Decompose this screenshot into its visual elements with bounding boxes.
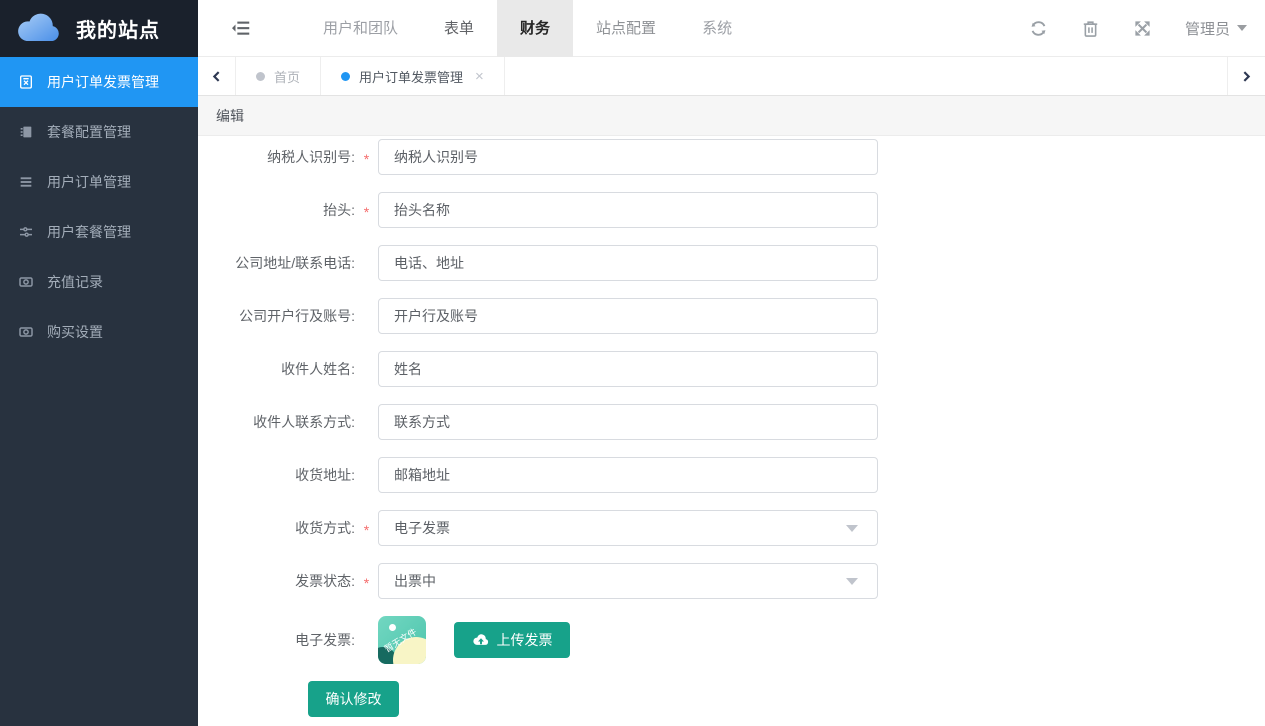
page-title: 编辑 <box>216 106 244 126</box>
tabs-scroll-left-button[interactable] <box>198 57 236 95</box>
form-row-delivery-address: 收货地址: <box>198 457 1265 493</box>
delivery-address-label: 收货地址: <box>198 465 355 485</box>
top-header: 用户和团队 表单 财务 站点配置 系统 管理员 <box>198 0 1265 57</box>
header-actions: 管理员 <box>1029 18 1265 39</box>
cloud-logo-icon <box>16 12 64 46</box>
caret-down-icon <box>846 525 858 538</box>
fullscreen-icon[interactable] <box>1133 19 1152 38</box>
sidebar-item-user-packages[interactable]: 用户套餐管理 <box>0 207 198 257</box>
form-row-delivery-method: 收货方式: * 电子发票 <box>198 510 1265 546</box>
tab-status-dot <box>341 72 350 81</box>
admin-label: 管理员 <box>1185 18 1230 39</box>
package-config-icon <box>18 124 34 140</box>
collapse-sidebar-icon[interactable] <box>230 17 252 39</box>
required-asterisk: * <box>355 518 378 538</box>
logo-bar: 我的站点 <box>0 0 198 57</box>
required-asterisk <box>355 473 378 477</box>
tabs-scroll-right-button[interactable] <box>1227 57 1265 95</box>
required-asterisk <box>355 261 378 265</box>
menu-item-forms[interactable]: 表单 <box>421 0 497 57</box>
sidebar-item-package-config[interactable]: 套餐配置管理 <box>0 107 198 157</box>
company-address-label: 公司地址/联系电话: <box>198 253 355 273</box>
admin-dropdown[interactable]: 管理员 <box>1185 18 1247 39</box>
delivery-method-label: 收货方式: <box>198 518 355 538</box>
trash-icon[interactable] <box>1081 19 1100 38</box>
recipient-name-label: 收件人姓名: <box>198 359 355 379</box>
sidebar-item-label: 充值记录 <box>47 272 103 292</box>
sidebar: 我的站点 用户订单发票管理 套餐配置管理 用户订单管理 用户套餐管理 充值记录 <box>0 0 198 726</box>
required-asterisk: * <box>355 200 378 220</box>
sidebar-item-label: 用户订单管理 <box>47 172 131 192</box>
invoice-file-thumbnail[interactable]: 暂无文件 <box>378 616 426 664</box>
invoice-status-label: 发票状态: <box>198 571 355 591</box>
refresh-icon[interactable] <box>1029 19 1048 38</box>
form-row-invoice-title: 抬头: * <box>198 192 1265 228</box>
banknote-icon <box>18 324 34 340</box>
form-row-bank-account: 公司开户行及账号: <box>198 298 1265 334</box>
taxpayer-id-input[interactable] <box>378 139 878 175</box>
thumbnail-dot <box>389 624 396 631</box>
menu-item-finance[interactable]: 财务 <box>497 0 573 57</box>
cloud-upload-icon <box>472 633 490 647</box>
tab-user-order-invoice[interactable]: 用户订单发票管理 × <box>321 57 505 95</box>
sidebar-item-label: 用户订单发票管理 <box>47 72 159 92</box>
page-toolbar: 编辑 <box>198 96 1265 136</box>
tab-label: 首页 <box>274 67 300 86</box>
tab-label: 用户订单发票管理 <box>359 67 463 86</box>
required-asterisk <box>355 314 378 318</box>
required-asterisk: * <box>355 571 378 591</box>
tab-home[interactable]: 首页 <box>236 57 321 95</box>
order-list-icon <box>18 174 34 190</box>
invoice-status-select[interactable]: 出票中 <box>378 563 878 599</box>
upload-invoice-button[interactable]: 上传发票 <box>454 622 570 658</box>
top-menu: 用户和团队 表单 财务 站点配置 系统 <box>300 0 755 57</box>
sidebar-item-label: 购买设置 <box>47 322 103 342</box>
required-asterisk: * <box>355 147 378 167</box>
file-invoice-icon <box>18 74 34 90</box>
form-row-recipient-name: 收件人姓名: <box>198 351 1265 387</box>
recipient-name-input[interactable] <box>378 351 878 387</box>
sidebar-item-label: 套餐配置管理 <box>47 122 131 142</box>
menu-item-system[interactable]: 系统 <box>679 0 755 57</box>
caret-down-icon <box>1237 25 1247 36</box>
taxpayer-id-label: 纳税人识别号: <box>198 147 355 167</box>
select-value: 出票中 <box>394 571 436 591</box>
delivery-address-input[interactable] <box>378 457 878 493</box>
recipient-contact-label: 收件人联系方式: <box>198 412 355 432</box>
invoice-title-input[interactable] <box>378 192 878 228</box>
confirm-edit-button[interactable]: 确认修改 <box>308 681 399 717</box>
required-asterisk <box>355 420 378 424</box>
tab-bar: 首页 用户订单发票管理 × <box>198 57 1265 96</box>
sliders-icon <box>18 224 34 240</box>
tab-status-dot <box>256 72 265 81</box>
sidebar-item-user-orders[interactable]: 用户订单管理 <box>0 157 198 207</box>
einvoice-label: 电子发票: <box>198 630 355 650</box>
form-row-recipient-contact: 收件人联系方式: <box>198 404 1265 440</box>
caret-down-icon <box>846 578 858 591</box>
sidebar-item-purchase-settings[interactable]: 购买设置 <box>0 307 198 357</box>
form-row-invoice-status: 发票状态: * 出票中 <box>198 563 1265 599</box>
sidebar-item-label: 用户套餐管理 <box>47 222 131 242</box>
sidebar-item-user-order-invoice[interactable]: 用户订单发票管理 <box>0 57 198 107</box>
upload-button-label: 上传发票 <box>497 630 553 650</box>
banknote-icon <box>18 274 34 290</box>
menu-item-users-teams[interactable]: 用户和团队 <box>300 0 421 57</box>
edit-invoice-form: 纳税人识别号: * 抬头: * 公司地址/联系电话: 公司开户行及账号: 收件人… <box>198 136 1265 726</box>
required-asterisk <box>355 367 378 371</box>
company-bank-account-input[interactable] <box>378 298 878 334</box>
menu-item-site-config[interactable]: 站点配置 <box>573 0 679 57</box>
form-row-taxpayer-id: 纳税人识别号: * <box>198 139 1265 175</box>
sidebar-item-recharge-records[interactable]: 充值记录 <box>0 257 198 307</box>
form-row-einvoice-upload: 电子发票: 暂无文件 上传发票 <box>198 616 1265 664</box>
delivery-method-select[interactable]: 电子发票 <box>378 510 878 546</box>
bank-account-label: 公司开户行及账号: <box>198 306 355 326</box>
close-tab-icon[interactable]: × <box>475 68 484 85</box>
select-value: 电子发票 <box>394 518 450 538</box>
company-address-phone-input[interactable] <box>378 245 878 281</box>
invoice-title-label: 抬头: <box>198 200 355 220</box>
required-asterisk <box>355 638 378 642</box>
recipient-contact-input[interactable] <box>378 404 878 440</box>
app-title: 我的站点 <box>76 14 160 43</box>
form-row-company-address: 公司地址/联系电话: <box>198 245 1265 281</box>
